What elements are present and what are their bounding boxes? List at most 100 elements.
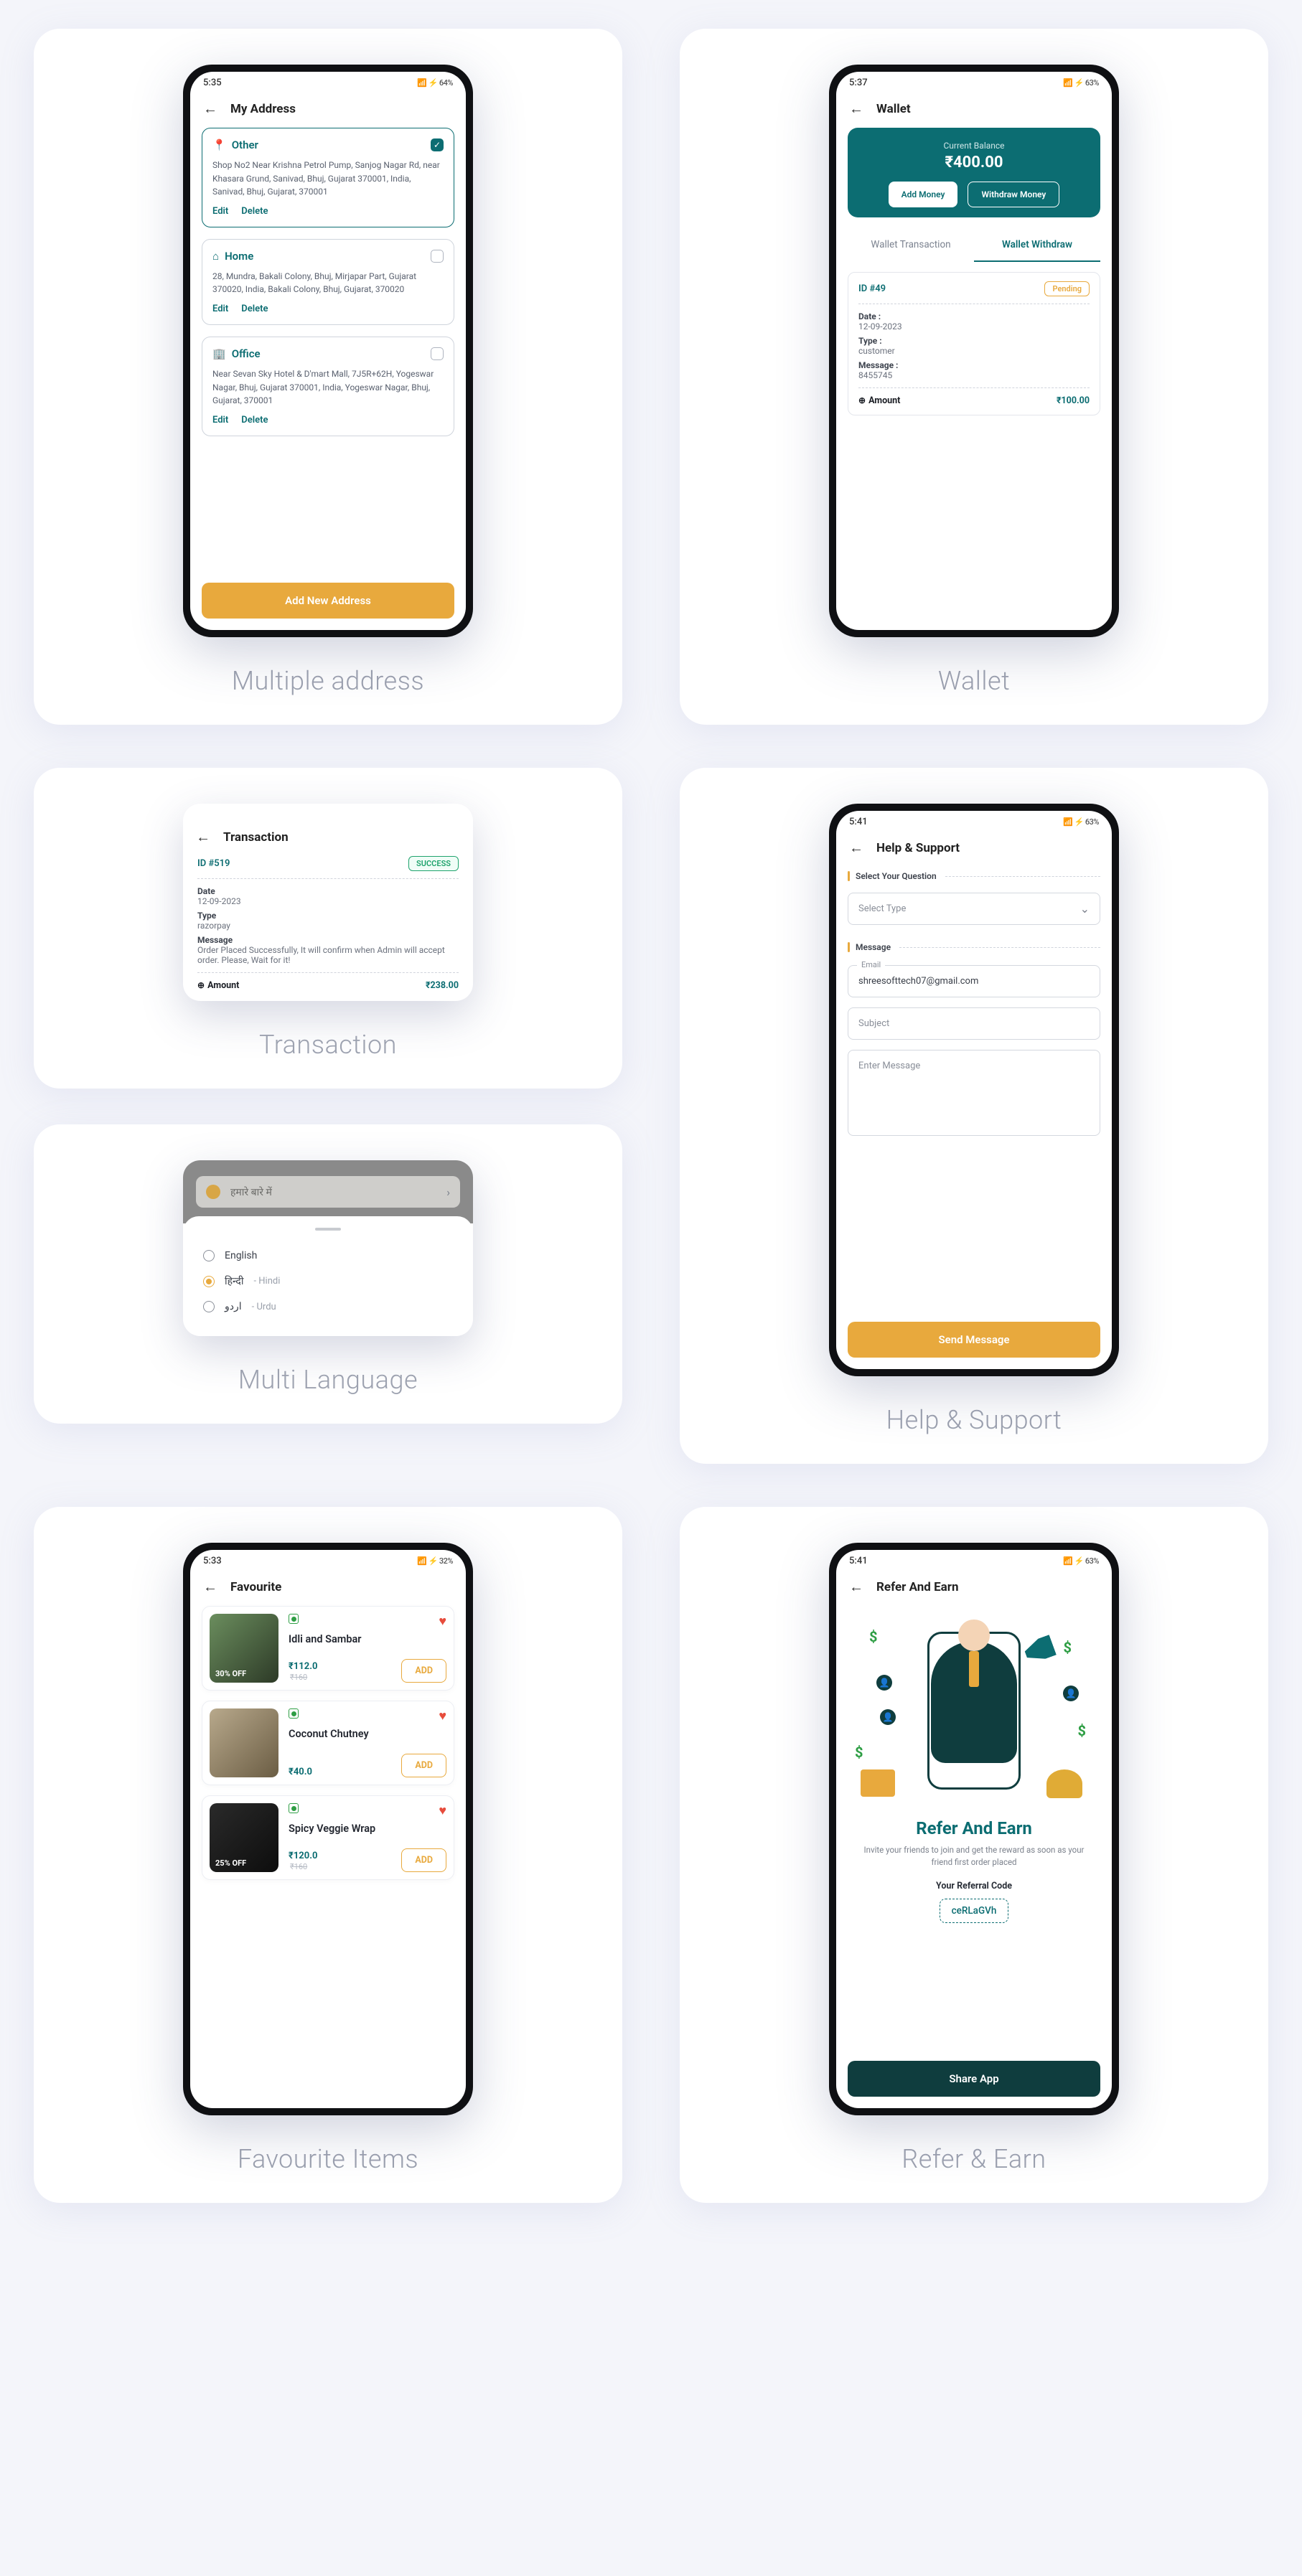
message-value: Order Placed Successfully, It will confi… — [197, 945, 445, 965]
back-icon[interactable]: ← — [849, 1578, 863, 1596]
address-name: Office — [232, 347, 261, 360]
panel-caption: Transaction — [259, 1030, 397, 1060]
amount-icon: ⊕ — [858, 395, 866, 405]
tab-wallet-transaction[interactable]: Wallet Transaction — [848, 230, 974, 262]
food-image: 30% OFF — [210, 1614, 278, 1683]
food-image: 25% OFF — [210, 1803, 278, 1872]
item-name: Coconut Chutney — [289, 1728, 446, 1740]
status-icons: 📶 ⚡ 63% — [1063, 1556, 1099, 1566]
withdrawal-card: ID #49 Pending Date :12-09-2023 Type :cu… — [848, 272, 1100, 415]
person-bubble-icon: 👤 — [876, 1675, 892, 1691]
add-money-button[interactable]: Add Money — [889, 182, 958, 207]
subject-field[interactable]: Subject — [848, 1007, 1100, 1040]
dollar-icon: $ — [1064, 1639, 1072, 1656]
checkbox-icon[interactable]: ✓ — [431, 138, 444, 151]
discount-badge: 25% OFF — [215, 1858, 246, 1868]
edit-button[interactable]: Edit — [212, 415, 228, 426]
address-text: Shop No2 Near Krishna Petrol Pump, Sanjo… — [212, 159, 444, 199]
address-card-office[interactable]: 🏢 Office Near Sevan Sky Hotel & D'mart M… — [202, 337, 454, 436]
email-value: shreesofttech07@gmail.com — [858, 976, 978, 987]
item-name: Idli and Sambar — [289, 1633, 446, 1645]
page-title: Help & Support — [876, 841, 960, 855]
add-new-address-button[interactable]: Add New Address — [202, 583, 454, 619]
amount-value: ₹238.00 — [426, 980, 459, 991]
dollar-icon: $ — [1078, 1722, 1086, 1739]
add-button[interactable]: ADD — [401, 1659, 446, 1683]
amount-label: Amount — [207, 980, 239, 991]
add-button[interactable]: ADD — [401, 1754, 446, 1777]
favourite-item: 25% OFF ♥ Spicy Veggie Wrap ₹120.0₹160 A… — [202, 1795, 454, 1880]
type-value: customer — [858, 346, 895, 356]
office-icon: 🏢 — [212, 347, 226, 360]
referral-code-label: Your Referral Code — [848, 1881, 1100, 1891]
edit-button[interactable]: Edit — [212, 304, 228, 314]
language-option-urdu[interactable]: اردو - Urdu — [200, 1294, 456, 1319]
send-message-button[interactable]: Send Message — [848, 1322, 1100, 1358]
select-type-dropdown[interactable]: Select Type ⌄ — [848, 893, 1100, 925]
type-label: Type : — [858, 336, 882, 346]
back-icon[interactable]: ← — [849, 839, 863, 857]
menu-item-about[interactable]: हमारे बारे में › — [196, 1176, 460, 1208]
delete-button[interactable]: Delete — [241, 206, 268, 217]
date-label: Date : — [858, 311, 881, 321]
delete-button[interactable]: Delete — [241, 304, 268, 314]
item-price: ₹40.0 — [289, 1767, 312, 1777]
back-icon[interactable]: ← — [849, 100, 863, 118]
refer-subtext: Invite your friends to join and get the … — [848, 1844, 1100, 1869]
email-field[interactable]: Email shreesofttech07@gmail.com — [848, 965, 1100, 997]
add-button[interactable]: ADD — [401, 1848, 446, 1872]
veg-icon — [289, 1614, 299, 1624]
language-label: हिन्दी — [225, 1274, 243, 1288]
radio-icon — [203, 1250, 215, 1261]
favourite-item: ♥ Coconut Chutney ₹40.0 ADD — [202, 1701, 454, 1785]
heart-icon[interactable]: ♥ — [439, 1803, 446, 1818]
message-label: Message — [197, 935, 233, 945]
refer-illustration: $ $ $ $ 👤 👤 👤 — [848, 1617, 1100, 1804]
address-card-other[interactable]: 📍 Other ✓ Shop No2 Near Krishna Petrol P… — [202, 128, 454, 227]
tab-wallet-withdraw[interactable]: Wallet Withdraw — [974, 230, 1100, 262]
section-message: Message — [856, 942, 891, 952]
address-card-home[interactable]: ⌂ Home 28, Mundra, Bakali Colony, Bhuj, … — [202, 239, 454, 325]
status-badge: SUCCESS — [408, 856, 459, 871]
message-field[interactable]: Enter Message — [848, 1050, 1100, 1136]
checkbox-icon[interactable] — [431, 347, 444, 360]
language-sheet: English हिन्दी - Hindi اردو - Urdu — [183, 1216, 473, 1336]
page-title: Wallet — [876, 102, 911, 116]
veg-icon — [289, 1803, 299, 1813]
panel-caption: Favourite Items — [238, 2144, 418, 2174]
location-pin-icon: 📍 — [212, 138, 226, 151]
language-sublabel: - Urdu — [252, 1302, 276, 1312]
share-app-button[interactable]: Share App — [848, 2061, 1100, 2097]
language-label: اردو — [225, 1301, 242, 1312]
delete-button[interactable]: Delete — [241, 415, 268, 426]
status-time: 5:37 — [849, 77, 868, 88]
sheet-handle[interactable] — [315, 1228, 341, 1231]
back-icon[interactable]: ← — [196, 828, 210, 846]
language-option-hindi[interactable]: हिन्दी - Hindi — [200, 1268, 456, 1294]
language-sublabel: - Hindi — [253, 1276, 280, 1287]
edit-button[interactable]: Edit — [212, 206, 228, 217]
dollar-icon: $ — [855, 1744, 863, 1761]
favourite-item: 30% OFF ♥ Idli and Sambar ₹112.0₹160 ADD — [202, 1606, 454, 1691]
withdraw-money-button[interactable]: Withdraw Money — [968, 182, 1059, 207]
address-name: Home — [225, 250, 253, 263]
back-icon[interactable]: ← — [203, 100, 217, 118]
page-title: Transaction — [223, 830, 289, 845]
back-icon[interactable]: ← — [203, 1578, 217, 1596]
gift-icon — [861, 1769, 895, 1797]
transaction-id: ID #519 — [197, 858, 230, 869]
heart-icon[interactable]: ♥ — [439, 1708, 446, 1724]
referral-code[interactable]: ceRLaGVh — [940, 1899, 1009, 1923]
status-time: 5:35 — [203, 77, 222, 88]
language-option-english[interactable]: English — [200, 1244, 456, 1268]
chevron-right-icon: › — [446, 1185, 450, 1199]
checkbox-icon[interactable] — [431, 250, 444, 263]
heart-icon[interactable]: ♥ — [439, 1614, 446, 1629]
amount-label: Amount — [868, 395, 900, 406]
type-label: Type — [197, 911, 216, 921]
panel-caption: Help & Support — [886, 1405, 1062, 1435]
date-value: 12-09-2023 — [197, 896, 241, 906]
menu-icon — [206, 1185, 220, 1199]
message-placeholder: Enter Message — [858, 1061, 920, 1071]
item-old-price: ₹160 — [290, 1862, 307, 1871]
